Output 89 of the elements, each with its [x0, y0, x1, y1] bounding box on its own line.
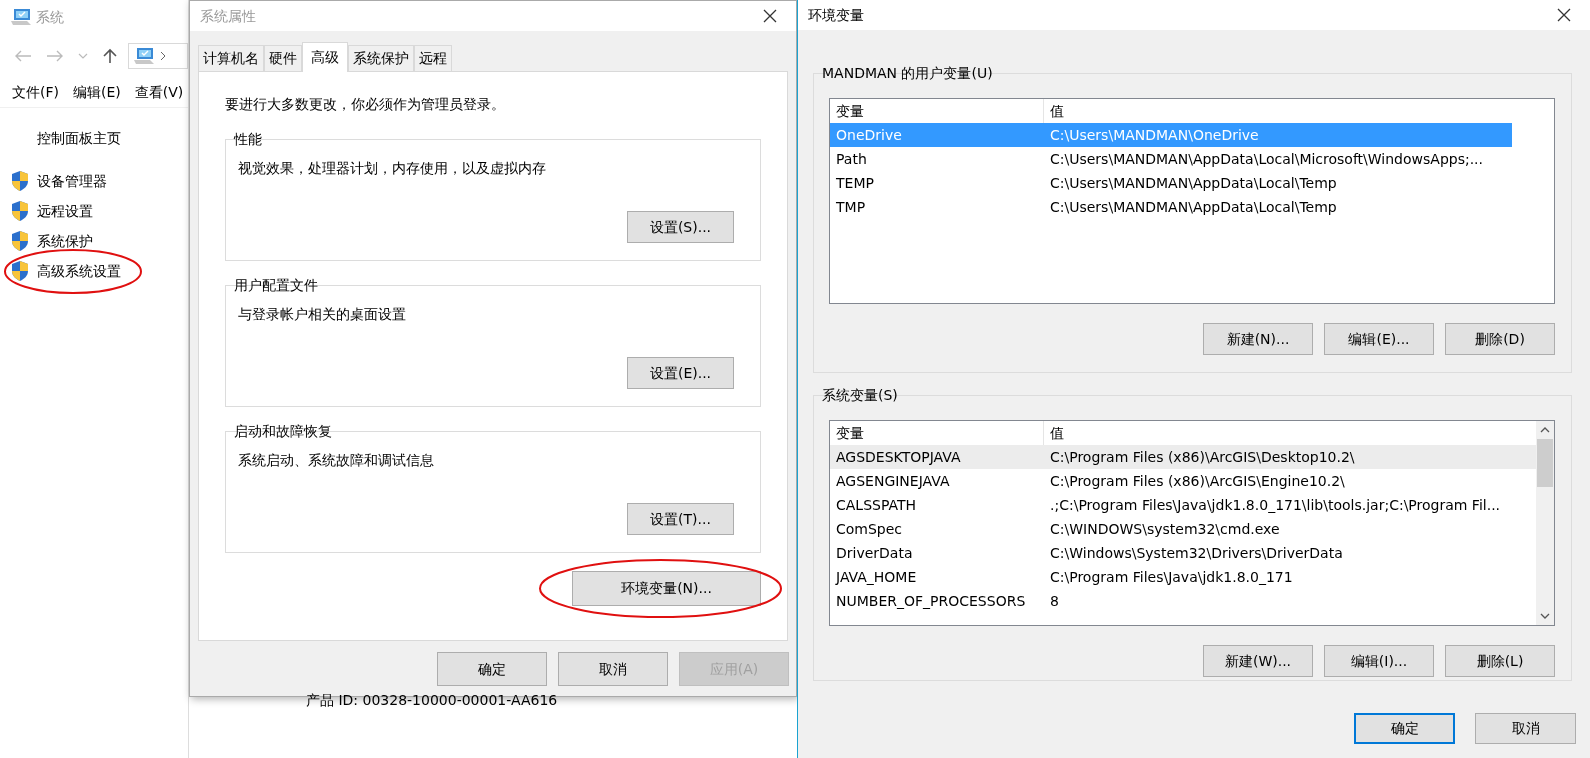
- variable-value: C:\Program Files (x86)\ArcGIS\Engine10.2\: [1049, 471, 1346, 491]
- list-button[interactable]: 新建(N)...: [1203, 323, 1313, 355]
- column-header[interactable]: 值: [1044, 422, 1536, 444]
- variable-value: C:\Program Files (x86)\ArcGIS\Desktop10.2\: [1049, 447, 1356, 467]
- group-title: 用户配置文件: [233, 276, 319, 294]
- variable-name: JAVA_HOME: [834, 567, 918, 587]
- task-link[interactable]: 系统保护: [37, 230, 93, 252]
- back-arrow-icon[interactable]: [14, 49, 32, 63]
- task-link[interactable]: 设备管理器: [37, 170, 107, 192]
- table-row[interactable]: NUMBER_OF_PROCESSORS 8: [830, 589, 1536, 613]
- list-button[interactable]: 新建(W)...: [1203, 645, 1313, 677]
- variable-name: DriverData: [835, 543, 914, 563]
- list-button[interactable]: 编辑(E)...: [1324, 323, 1434, 355]
- variable-value: C:\Users\MANDMAN\AppData\Local\Temp: [1049, 173, 1338, 193]
- variable-name: AGSENGINEJAVA: [835, 471, 951, 491]
- variable-name: Path: [835, 149, 868, 169]
- group-description: 系统启动、系统故障和调试信息: [238, 451, 435, 470]
- shield-icon: [10, 260, 30, 282]
- product-id: 产品 ID: 00328-10000-00001-AA616: [306, 691, 558, 710]
- menu-item[interactable]: 编辑(E): [73, 82, 121, 103]
- variable-value: C:\Program Files\Java\jdk1.8.0_171: [1049, 567, 1294, 587]
- dropdown-icon[interactable]: [78, 52, 88, 60]
- table-row[interactable]: CALSSPATH .;C:\Program Files\Java\jdk1.8.0_171\lib\tools.jar;C:\Program Fil...: [830, 493, 1536, 517]
- shield-icon: [10, 230, 30, 252]
- dialog-button[interactable]: 取消: [558, 652, 668, 686]
- window-title: 系统: [35, 7, 64, 27]
- tab[interactable]: 计算机名: [198, 45, 264, 71]
- group-title: 系统变量(S): [821, 386, 899, 404]
- group-title: MANDMAN 的用户变量(U): [821, 64, 994, 82]
- shield-icon: [10, 200, 30, 222]
- scrollbar-thumb[interactable]: [1537, 439, 1553, 487]
- group-title: 启动和故障恢复: [233, 422, 333, 440]
- group-title: 性能: [232, 130, 263, 148]
- table-row[interactable]: ComSpec C:\WINDOWS\system32\cmd.exe: [830, 517, 1536, 541]
- close-icon[interactable]: [1556, 7, 1572, 23]
- table-row[interactable]: TMP C:\Users\MANDMAN\AppData\Local\Temp: [830, 195, 1512, 219]
- variable-name: TEMP: [835, 173, 875, 193]
- tab[interactable]: 系统保护: [348, 45, 414, 71]
- table-row[interactable]: Path C:\Users\MANDMAN\AppData\Local\Microsoft\WindowsApps;...: [830, 147, 1512, 171]
- environment-variables-button[interactable]: 环境变量(N)...: [572, 571, 761, 606]
- list-button[interactable]: 删除(L): [1445, 645, 1555, 677]
- settings-button[interactable]: 设置(S)...: [627, 211, 734, 243]
- address-bar[interactable]: [128, 43, 188, 69]
- chevron-icon: [158, 51, 167, 61]
- menu-item[interactable]: 文件(F): [12, 82, 59, 103]
- forward-arrow-icon[interactable]: [46, 49, 64, 63]
- up-arrow-icon[interactable]: [102, 48, 118, 64]
- list-button[interactable]: 删除(D): [1445, 323, 1555, 355]
- list-button[interactable]: 编辑(I)...: [1324, 645, 1434, 677]
- tab[interactable]: 硬件: [264, 45, 302, 71]
- table-row[interactable]: TEMP C:\Users\MANDMAN\AppData\Local\Temp: [830, 171, 1512, 195]
- table-row[interactable]: AGSDESKTOPJAVA C:\Program Files (x86)\ArcGIS\Desktop10.2\: [830, 445, 1536, 469]
- tab[interactable]: 远程: [414, 45, 452, 71]
- dialog-title: 系统属性: [200, 6, 256, 26]
- variable-value: C:\Users\MANDMAN\OneDrive: [1049, 125, 1260, 145]
- settings-button[interactable]: 设置(E)...: [627, 357, 734, 389]
- tab[interactable]: 高级: [302, 42, 348, 72]
- menu-item[interactable]: 查看(V): [134, 82, 184, 103]
- variable-name: ComSpec: [835, 519, 904, 539]
- dialog-button[interactable]: 取消: [1475, 713, 1576, 744]
- variable-name: TMP: [835, 197, 867, 217]
- variable-value: C:\WINDOWS\system32\cmd.exe: [1049, 519, 1281, 539]
- group-description: 视觉效果，处理器计划，内存使用，以及虚拟内存: [238, 159, 547, 178]
- dialog-title: 环境变量: [808, 5, 864, 25]
- group-description: 与登录帐户相关的桌面设置: [238, 305, 407, 324]
- variable-name: CALSSPATH: [835, 495, 918, 515]
- home-link[interactable]: 控制面板主页: [37, 130, 121, 146]
- settings-button[interactable]: 设置(T)...: [627, 503, 734, 535]
- computer-icon: [10, 8, 32, 26]
- scrollbar[interactable]: [1536, 421, 1554, 625]
- variable-name: NUMBER_OF_PROCESSORS: [835, 591, 1027, 611]
- dialog-button[interactable]: 确定: [1354, 713, 1455, 744]
- variable-value: C:\Windows\System32\Drivers\DriverData: [1049, 543, 1344, 563]
- variable-value: C:\Users\MANDMAN\AppData\Local\Microsoft\WindowsApps;...: [1049, 149, 1484, 169]
- column-header[interactable]: 值: [1044, 100, 1512, 122]
- computer-icon: [133, 47, 155, 65]
- table-row[interactable]: JAVA_HOME C:\Program Files\Java\jdk1.8.0_171: [830, 565, 1536, 589]
- variable-name: OneDrive: [835, 125, 903, 145]
- task-link[interactable]: 远程设置: [37, 200, 93, 222]
- dialog-button[interactable]: 确定: [437, 652, 547, 686]
- notice-text: 要进行大多数更改，你必须作为管理员登录。: [225, 95, 506, 114]
- table-row[interactable]: DriverData C:\Windows\System32\Drivers\DriverData: [830, 541, 1536, 565]
- shield-icon: [10, 170, 30, 192]
- variable-value: .;C:\Program Files\Java\jdk1.8.0_171\lib\tools.jar;C:\Program Fil...: [1049, 495, 1502, 515]
- table-row[interactable]: AGSENGINEJAVA C:\Program Files (x86)\ArcGIS\Engine10.2\: [830, 469, 1536, 493]
- variable-value: C:\Users\MANDMAN\AppData\Local\Temp: [1049, 197, 1338, 217]
- variable-name: AGSDESKTOPJAVA: [835, 447, 962, 467]
- variable-value: 8: [1049, 591, 1060, 611]
- close-icon[interactable]: [762, 8, 778, 24]
